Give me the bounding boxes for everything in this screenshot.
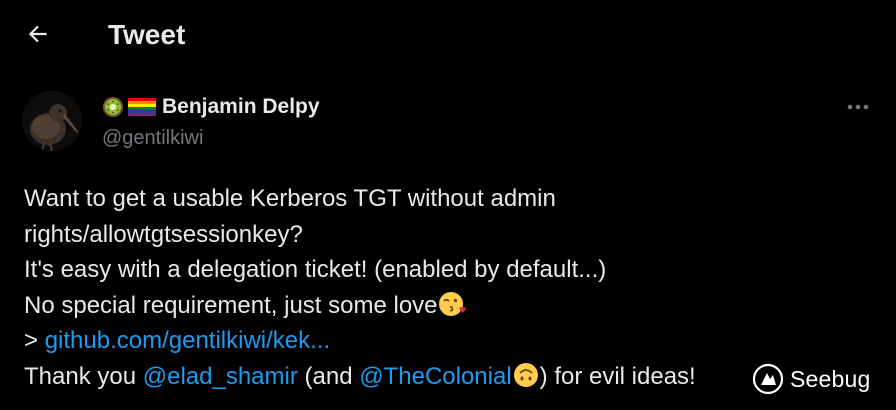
more-options-button[interactable]	[842, 94, 874, 120]
tweet-text-segment: Thank you	[24, 362, 143, 390]
ellipsis-icon	[847, 104, 869, 110]
tweet-line: Thank you @elad_shamir (and @TheColonial…	[24, 359, 764, 395]
tweet-line: > github.com/gentilkiwi/kek...	[24, 323, 764, 359]
tweet-line: Want to get a usable Kerberos TGT withou…	[24, 185, 556, 212]
tweet-text-segment: >	[24, 327, 45, 354]
author-info: Benjamin Delpy @gentilkiwi	[102, 92, 320, 151]
upside-down-face-emoji-icon	[513, 362, 538, 387]
tweet-line: It's easy with a delegation ticket! (ena…	[24, 256, 607, 283]
avatar[interactable]	[22, 91, 82, 151]
arrow-left-icon	[28, 25, 47, 43]
author-display-name[interactable]: Benjamin Delpy	[162, 95, 320, 119]
page-title: Tweet	[108, 19, 186, 50]
github-link[interactable]: github.com/gentilkiwi/kek...	[45, 327, 330, 354]
tweet-page: Tweet Benjamin Delpy @gentilkiwi Want to…	[0, 0, 896, 410]
kiwi-bird-avatar-icon	[22, 91, 82, 151]
face-blowing-kiss-emoji-icon	[438, 291, 466, 316]
seebug-watermark: Seebug	[752, 362, 871, 396]
rainbow-flag-emoji-icon	[128, 98, 156, 116]
header: Tweet	[0, 0, 896, 70]
watermark-label: Seebug	[790, 365, 871, 392]
tweet-text-segment: No special requirement, just some love	[24, 291, 438, 319]
back-button[interactable]	[20, 16, 56, 52]
mention-thecolonial[interactable]: @TheColonial	[359, 363, 511, 390]
tweet-text-segment: ) for evil ideas!	[539, 362, 696, 390]
tweet-text: Want to get a usable Kerberos TGT withou…	[24, 181, 764, 394]
kiwi-emoji-icon	[103, 97, 123, 117]
tweet-text-segment: (and	[297, 362, 360, 390]
author-name-row: Benjamin Delpy	[102, 92, 320, 122]
author-handle[interactable]: @gentilkiwi	[102, 125, 320, 151]
mention-elad-shamir[interactable]: @elad_shamir	[143, 363, 298, 390]
seebug-logo-icon	[752, 363, 784, 395]
tweet-line: No special requirement, just some love	[24, 288, 764, 324]
tweet-line: rights/allowtgtsessionkey?	[24, 220, 303, 248]
